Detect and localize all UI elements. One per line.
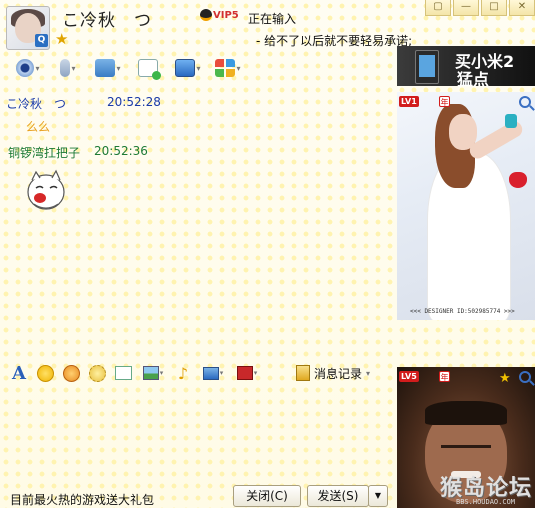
window-controls: ▢ — □ ✕ xyxy=(423,0,535,18)
webcam-icon xyxy=(16,59,35,77)
microphone-icon xyxy=(60,59,71,77)
music-note-icon: ♪ xyxy=(177,363,189,383)
gift-icon xyxy=(236,366,253,380)
image-icon xyxy=(142,366,159,380)
gift-button[interactable]: ▾ xyxy=(230,362,264,384)
year-badge: 年 xyxy=(439,371,450,382)
peer-show-image[interactable]: LV1 年 xyxy=(397,92,535,320)
message-text: 么么 xyxy=(26,120,51,134)
designer-caption: <<< DESIGNER ID:502985774 >>> xyxy=(410,308,515,315)
remote-assist-button[interactable]: ▾ xyxy=(168,56,208,80)
maximize-button[interactable]: □ xyxy=(481,0,507,16)
contact-nickname: こ冷秋 つ xyxy=(62,11,152,31)
send-options-button[interactable]: ▼ xyxy=(368,485,388,507)
message-time: 20:52:36 xyxy=(94,144,148,158)
sms-button[interactable] xyxy=(128,56,168,80)
typing-status: 正在输入 xyxy=(248,12,297,26)
music-button[interactable]: ♪ xyxy=(170,362,196,384)
message-history-button[interactable]: 消息记录 ▾ xyxy=(296,362,370,384)
voice-message-icon xyxy=(114,366,132,380)
minimize-button[interactable]: — xyxy=(453,0,479,16)
input-toolbar: A ▾ ♪ ▾ ▾ xyxy=(6,362,264,384)
screenshot-icon xyxy=(202,366,219,380)
ad-banner[interactable]: 买小米2 猛点 xyxy=(397,46,535,89)
smiley-icon xyxy=(36,364,54,382)
star-icon[interactable]: ★ xyxy=(499,371,511,386)
message-sender: こ冷秋 つ xyxy=(6,97,67,111)
history-label: 消息记录 xyxy=(314,366,363,381)
contact-signature: - 给不了以后就不要轻易承诺; xyxy=(256,34,413,48)
history-icon xyxy=(296,365,310,381)
message-sender: 铜锣湾扛把子 xyxy=(8,146,81,160)
send-button[interactable]: 发送(S) xyxy=(307,485,369,507)
message-history[interactable] xyxy=(0,88,395,358)
font-button[interactable]: A xyxy=(6,362,32,384)
remote-desktop-icon xyxy=(175,59,196,77)
laughing-cat-sticker xyxy=(24,166,68,216)
qq-badge: Q xyxy=(35,34,48,47)
apps-button[interactable]: ▾ xyxy=(208,56,248,80)
close-button[interactable]: 关闭(C) xyxy=(233,485,301,507)
phone-image xyxy=(415,50,439,84)
video-call-button[interactable]: ▾ xyxy=(8,56,48,80)
folder-transfer-icon xyxy=(95,59,116,77)
skin-button[interactable]: ▢ xyxy=(425,0,451,16)
message-input[interactable] xyxy=(0,386,395,482)
star-icon[interactable]: ★ xyxy=(55,30,68,48)
zoom-icon[interactable] xyxy=(519,371,531,383)
image-button[interactable]: ▾ xyxy=(136,362,170,384)
emoji-button[interactable] xyxy=(32,362,58,384)
magic-emoji-icon xyxy=(62,364,80,382)
zoom-icon[interactable] xyxy=(519,96,531,108)
message-time: 20:52:28 xyxy=(107,95,161,109)
sms-icon xyxy=(138,59,161,80)
level-badge: LV5 xyxy=(399,371,419,382)
apps-grid-icon xyxy=(215,59,236,77)
font-icon: A xyxy=(12,362,26,384)
magic-emoji-button[interactable] xyxy=(58,362,84,384)
close-window-button[interactable]: ✕ xyxy=(509,0,535,16)
chevron-down-icon: ▾ xyxy=(366,368,371,378)
game-promo-link[interactable]: 目前最火热的游戏送大礼包 xyxy=(10,491,154,508)
shake-button[interactable] xyxy=(84,362,110,384)
voice-message-button[interactable] xyxy=(110,362,136,384)
ad-line2: 猛点 xyxy=(457,70,490,89)
chat-toolbar: ▾ ▾ ▾ ▾ ▾ xyxy=(8,56,248,80)
watermark-url: BBS.HOUDAO.COM xyxy=(456,498,516,506)
level-badge: LV1 xyxy=(399,96,419,107)
year-badge: 年 xyxy=(439,96,450,107)
send-file-button[interactable]: ▾ xyxy=(88,56,128,80)
penguin-icon xyxy=(200,9,212,21)
vip-badge[interactable]: VIP5 xyxy=(200,9,239,21)
chevron-down-icon: ▼ xyxy=(374,491,382,500)
screenshot-button[interactable]: ▾ xyxy=(196,362,230,384)
shake-icon xyxy=(88,364,106,382)
voice-call-button[interactable]: ▾ xyxy=(48,56,88,80)
